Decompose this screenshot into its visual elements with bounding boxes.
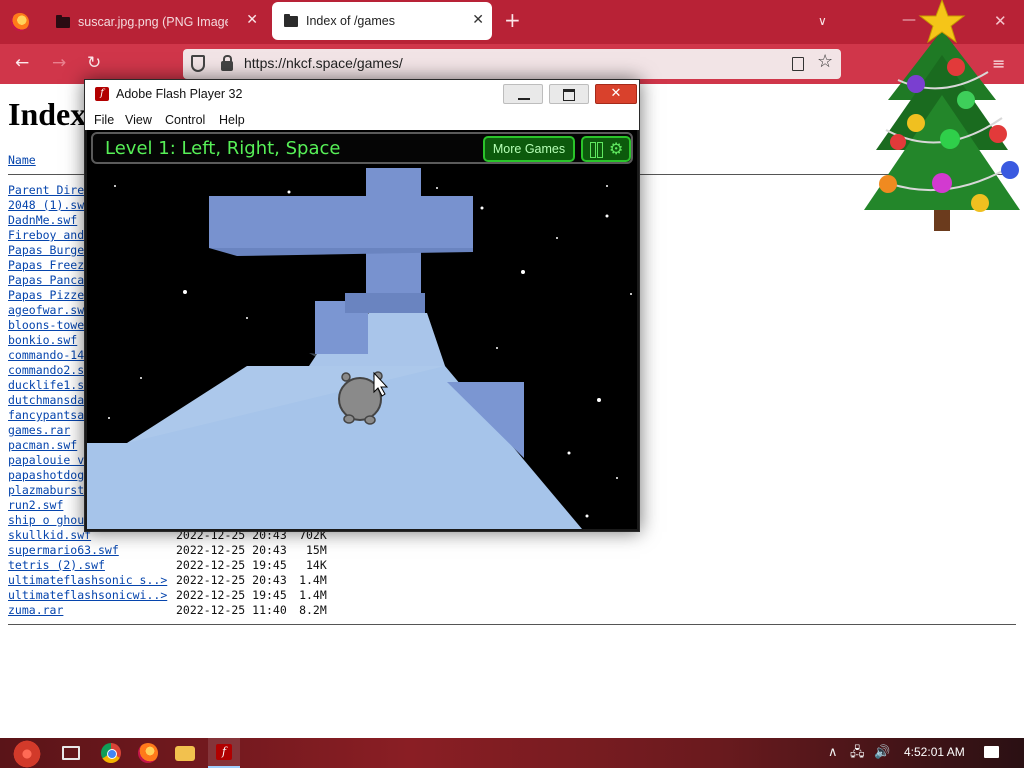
file-date: 2022-12-25 19:45 (176, 558, 287, 572)
tab-suscar-image[interactable]: suscar.jpg.png (PNG Image, 35 ✕ (44, 2, 266, 42)
file-size: 14K (306, 558, 327, 572)
list-all-tabs-chevron-icon[interactable]: ∨ (818, 14, 827, 28)
url-bar[interactable]: https://nkcf.space/games/ ☆ (183, 49, 841, 79)
new-tab-plus-icon[interactable]: + (504, 10, 521, 30)
hud-panel: Level 1: Left, Right, Space More Games ⚙ (91, 132, 633, 164)
file-date: 2022-12-25 19:45 (176, 588, 287, 602)
tab-close-icon[interactable]: ✕ (246, 13, 258, 27)
menu-help[interactable]: Help (219, 113, 245, 127)
file-size: 1.4M (299, 573, 327, 587)
file-date: 2022-12-25 20:43 (176, 543, 287, 557)
file-link[interactable]: ultimateflashsonic s..> (8, 573, 176, 588)
list-item: tetris (2).swf 2022-12-25 19:45 14K (8, 558, 327, 573)
file-link[interactable]: zuma.rar (8, 603, 176, 618)
menu-view[interactable]: View (125, 113, 152, 127)
close-button[interactable]: ✕ (595, 84, 637, 104)
flash-player-taskbar-icon[interactable] (208, 738, 240, 768)
folder-icon (56, 14, 70, 28)
file-link[interactable]: ultimateflashsonicwi..> (8, 588, 176, 603)
clock[interactable]: 4:52:01 AM (904, 745, 965, 759)
flash-menu-bar: File View Control Help (85, 110, 639, 130)
game-hud: Level 1: Left, Right, Space More Games ⚙ (87, 130, 637, 168)
file-meta: 2022-12-25 20:43 15M (176, 543, 327, 557)
file-link[interactable]: supermario63.swf (8, 543, 176, 558)
minimize-button[interactable] (503, 84, 543, 104)
file-explorer-icon[interactable] (175, 746, 195, 761)
game-canvas[interactable] (87, 168, 637, 529)
file-meta: 2022-12-25 20:43 1.4M (176, 573, 327, 587)
file-date: 2022-12-25 20:43 (176, 573, 287, 587)
christmas-tree-decoration (864, 0, 1020, 231)
file-size: 1.4M (299, 588, 327, 602)
level-title: Level 1: Left, Right, Space (105, 138, 341, 159)
volume-icon[interactable]: 🔊 (874, 745, 890, 760)
firefox-icon (11, 13, 29, 31)
gear-icon[interactable]: ⚙ (609, 141, 625, 157)
tab-title: Index of /games (306, 14, 395, 28)
bookmark-star-icon[interactable]: ☆ (817, 51, 833, 72)
flash-player-window: f Adobe Flash Player 32 ✕ File View Cont… (84, 79, 640, 532)
tab-close-icon[interactable]: ✕ (472, 13, 484, 27)
chrome-icon[interactable] (101, 743, 121, 763)
file-date: 2022-12-25 11:40 (176, 603, 287, 617)
reader-view-icon[interactable] (792, 57, 804, 71)
url-text[interactable]: https://nkcf.space/games/ (244, 55, 403, 71)
tracking-shield-icon[interactable] (191, 55, 205, 72)
file-link[interactable]: tetris (2).swf (8, 558, 176, 573)
list-item: ultimateflashsonic s..> 2022-12-25 20:43 1… (8, 573, 327, 588)
window-title: Adobe Flash Player 32 (116, 87, 243, 101)
maximize-button[interactable] (549, 84, 589, 104)
tab-title: suscar.jpg.png (PNG Image, 35 (78, 15, 228, 29)
flash-title-bar[interactable]: f Adobe Flash Player 32 ✕ (85, 80, 639, 110)
flash-logo-icon: f (95, 87, 109, 101)
list-item: ultimateflashsonicwi..> 2022-12-25 19:45 1… (8, 588, 327, 603)
file-size: 15M (306, 543, 327, 557)
name-column-header[interactable]: Name (8, 153, 36, 167)
network-icon[interactable]: 🖧 (850, 745, 865, 760)
show-hidden-icons-icon[interactable]: ∧ (828, 745, 838, 760)
reload-icon[interactable]: ↻ (87, 53, 101, 73)
list-item: supermario63.swf 2022-12-25 20:43 15M (8, 543, 327, 558)
start-button[interactable] (10, 740, 44, 768)
padlock-icon[interactable] (221, 55, 233, 71)
more-games-button[interactable]: More Games (483, 136, 575, 162)
firefox-taskbar-icon[interactable] (138, 743, 158, 763)
tab-index-of-games[interactable]: Index of /games ✕ (272, 2, 492, 40)
file-meta: 2022-12-25 19:45 1.4M (176, 588, 327, 602)
menu-file[interactable]: File (94, 113, 114, 127)
pause-settings-button[interactable]: ⚙ (581, 136, 631, 162)
notifications-icon[interactable] (984, 746, 999, 758)
page-title: Index (8, 96, 87, 132)
menu-control[interactable]: Control (165, 113, 205, 127)
back-arrow-icon[interactable]: ← (15, 53, 29, 73)
file-meta: 2022-12-25 11:40 8.2M (176, 603, 327, 617)
task-view-icon[interactable] (62, 746, 80, 760)
folder-icon (284, 13, 298, 27)
pause-icon[interactable] (590, 142, 603, 158)
file-size: 8.2M (299, 603, 327, 617)
divider (8, 624, 1016, 625)
forward-arrow-icon[interactable]: → (52, 53, 66, 73)
file-meta: 2022-12-25 19:45 14K (176, 558, 327, 572)
windows-taskbar: ∧ 🖧 🔊 4:52:01 AM (0, 738, 1024, 768)
list-item: zuma.rar 2022-12-25 11:40 8.2M (8, 603, 327, 618)
